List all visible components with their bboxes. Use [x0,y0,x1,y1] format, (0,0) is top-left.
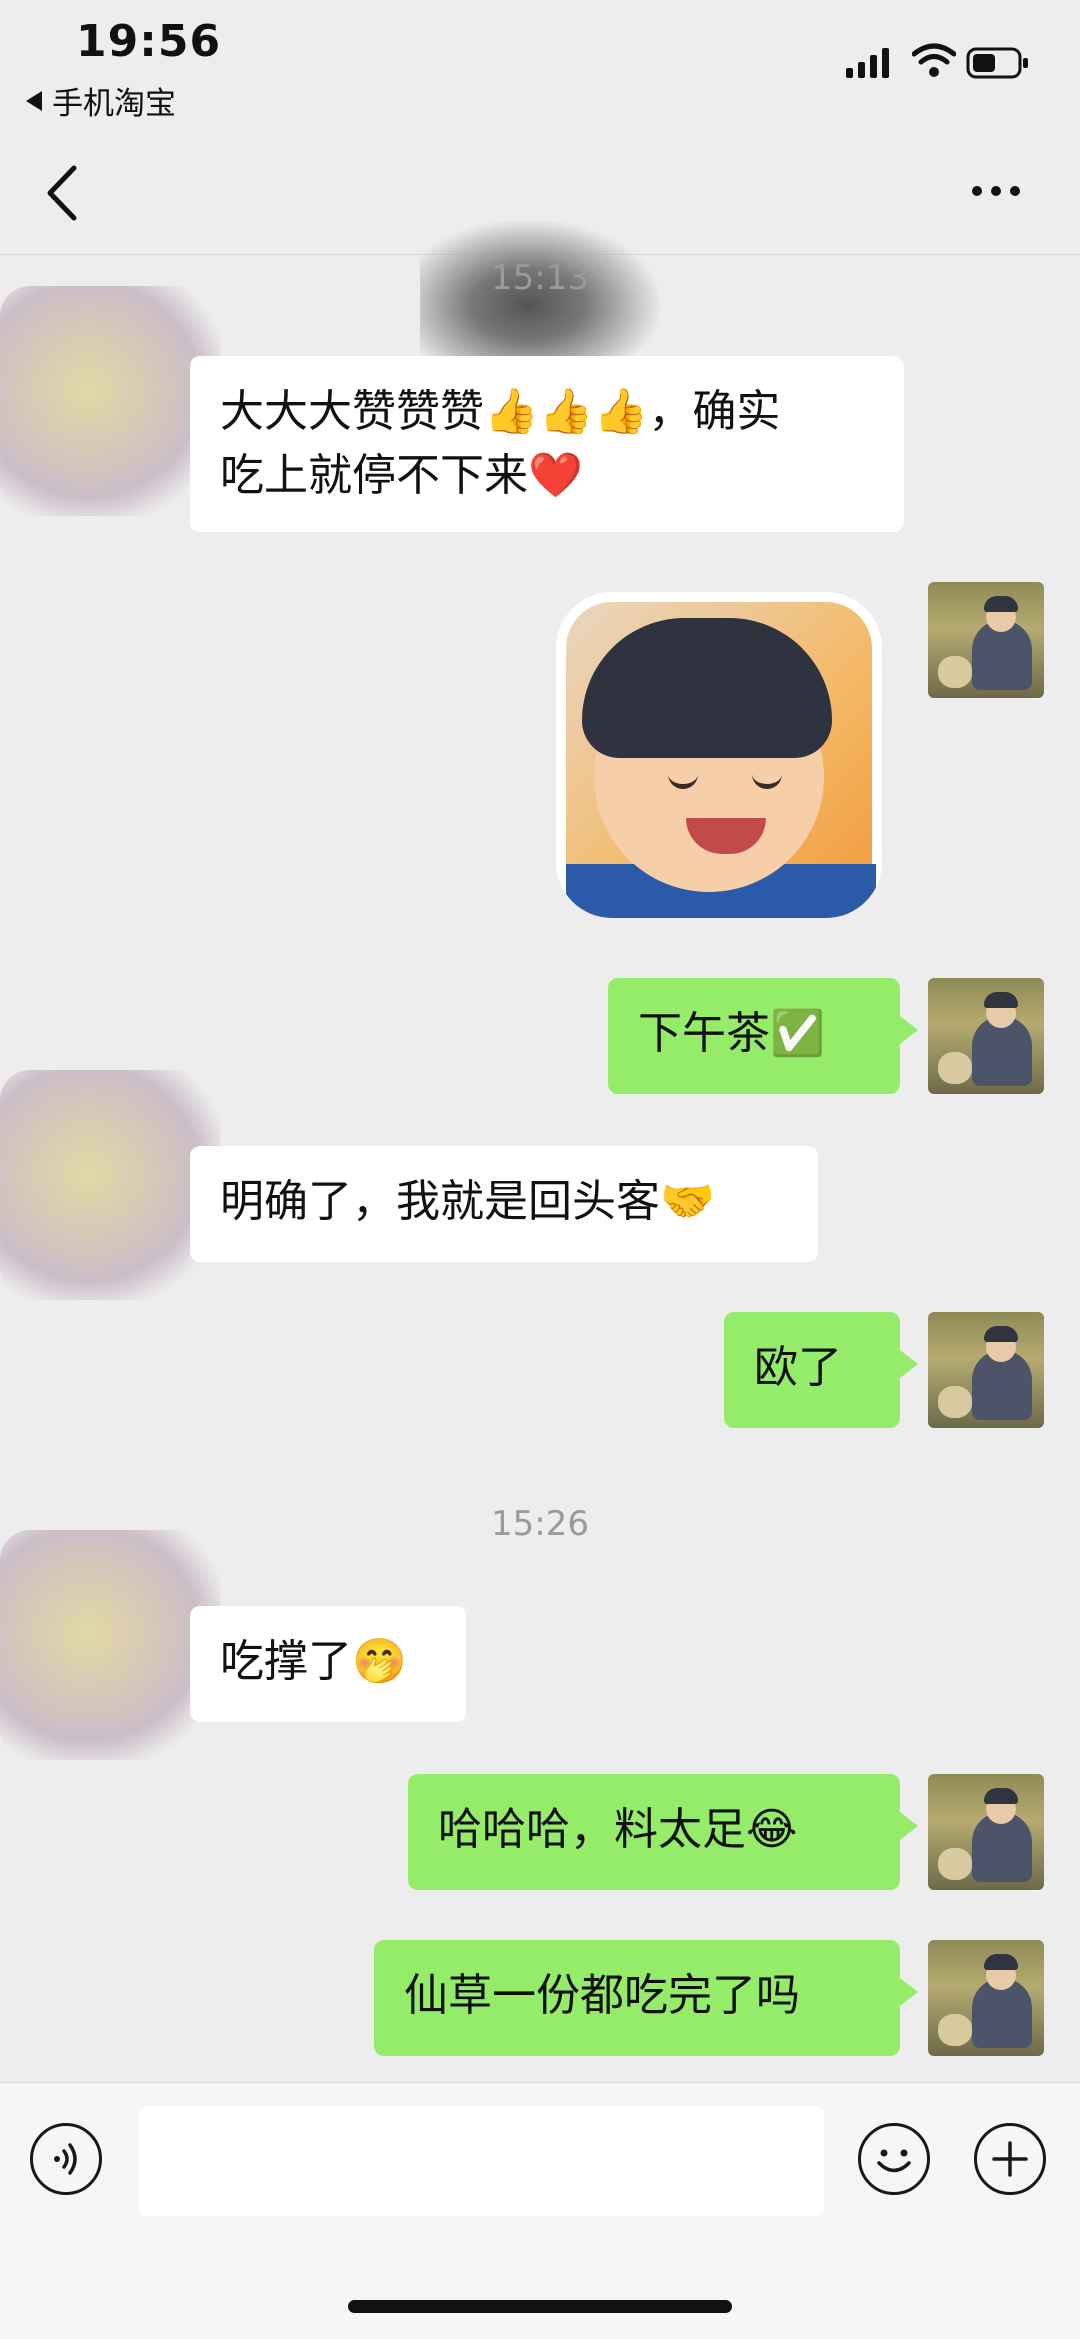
outgoing-message[interactable]: 欧了 [724,1312,918,1428]
signal-icon [846,48,889,78]
outgoing-message[interactable]: 仙草一份都吃完了吗 [374,1940,918,2056]
user-avatar[interactable] [928,978,1044,1094]
back-triangle-icon [26,90,42,111]
incoming-message[interactable]: 吃撑了🤭 [190,1606,466,1722]
wifi-icon [912,43,956,77]
plus-icon [992,2141,1028,2177]
back-to-app-link[interactable]: 手机淘宝 [26,78,176,123]
battery-icon [966,47,1028,79]
user-avatar[interactable] [928,1940,1044,2056]
contact-avatar-obscured[interactable] [0,286,220,516]
incoming-message[interactable]: 大大大赞赞赞👍👍👍，确实 吃上就停不下来❤️ [190,356,904,532]
more-icon[interactable] [972,186,1020,196]
plus-button[interactable] [974,2123,1046,2195]
outgoing-message[interactable]: 哈哈哈，料太足😂 [408,1774,918,1890]
voice-icon [54,2143,77,2175]
incoming-message[interactable]: 明确了，我就是回头客🤝 [190,1146,818,1262]
emoji-icon [877,2149,911,2173]
back-arrow-icon[interactable] [38,158,88,228]
contact-avatar-obscured[interactable] [0,1530,220,1760]
user-avatar[interactable] [928,582,1044,698]
status-time: 19:56 [76,16,222,67]
emoji-button[interactable] [858,2123,930,2195]
user-avatar[interactable] [928,1312,1044,1428]
back-app-label: 手机淘宝 [52,86,176,122]
contact-avatar-obscured[interactable] [0,1070,220,1300]
user-avatar[interactable] [928,1774,1044,1890]
chat-header [0,130,1080,390]
message-input[interactable] [138,2106,824,2216]
status-bar: 19:56 手机淘宝 [0,0,1080,130]
voice-button[interactable] [30,2123,102,2195]
home-indicator[interactable] [348,2300,732,2313]
outgoing-message[interactable]: 下午茶✅ [608,978,918,1094]
outgoing-sticker[interactable] [556,592,882,918]
